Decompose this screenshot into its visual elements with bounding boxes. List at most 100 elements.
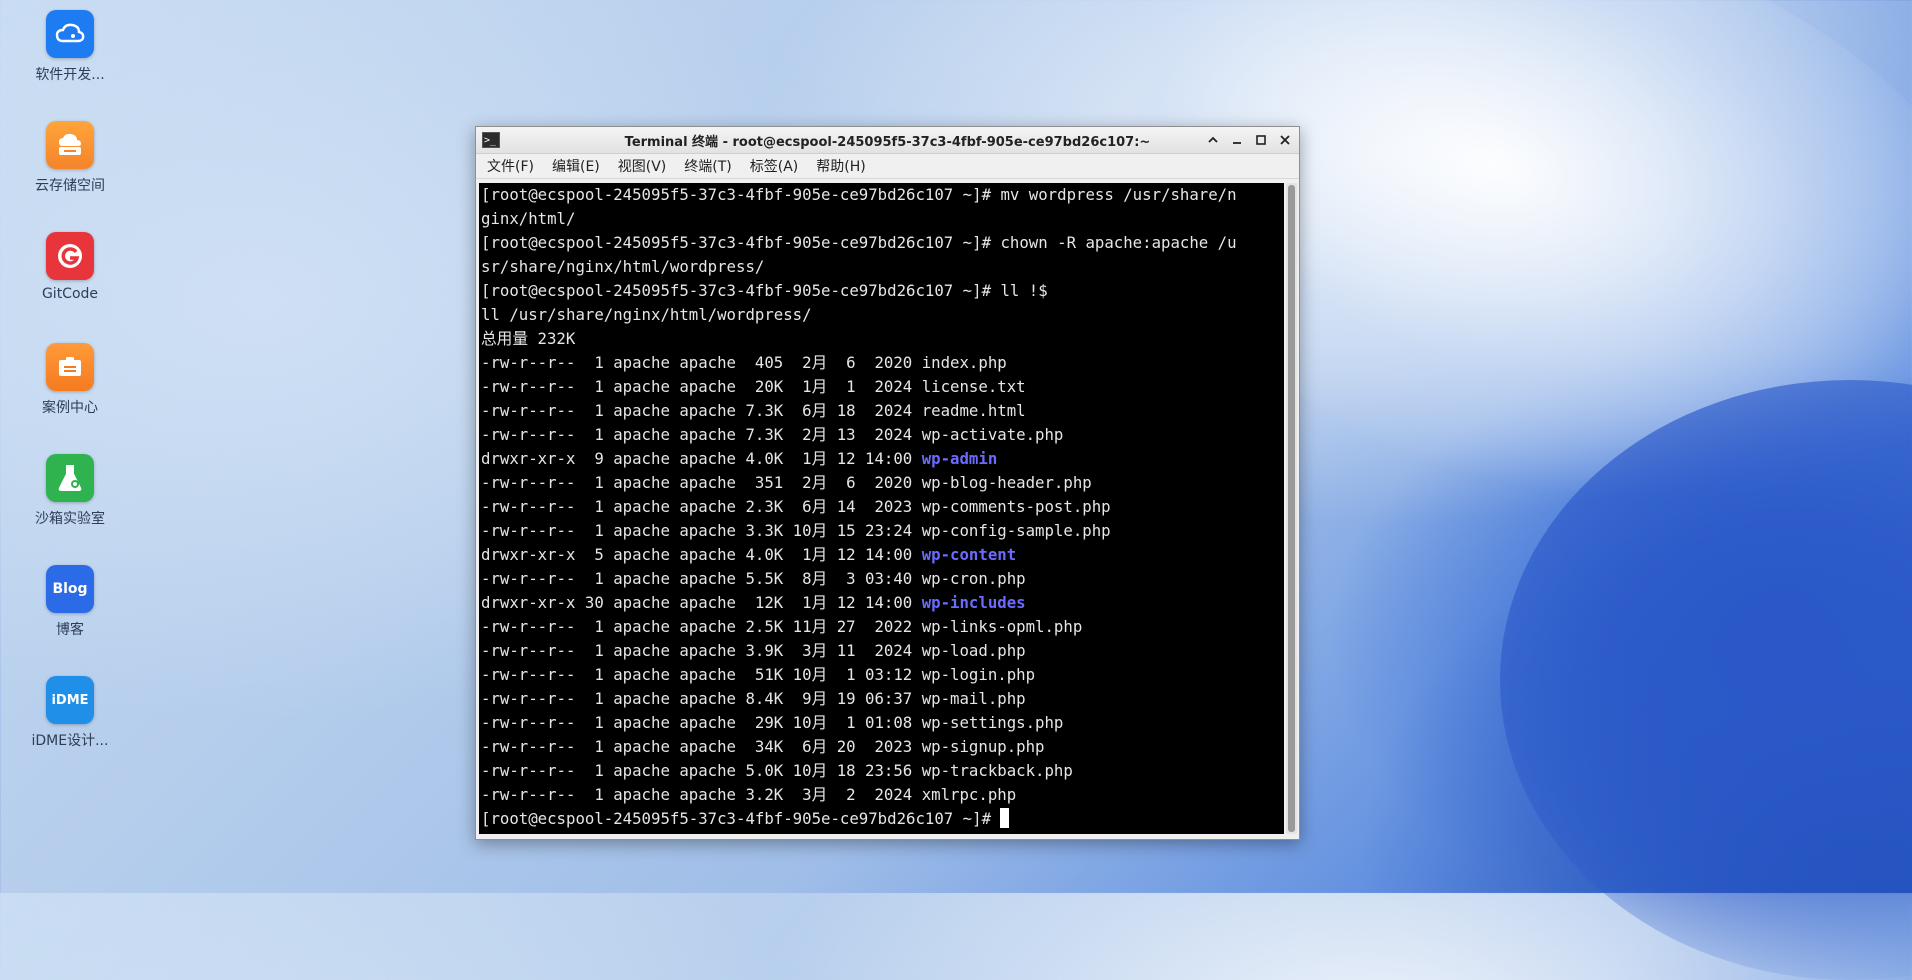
terminal-line-text: drwxr-xr-x 5 apache apache 4.0K 1月 12 14… — [481, 545, 922, 564]
terminal-line: -rw-r--r-- 1 apache apache 3.3K 10月 15 2… — [479, 519, 1284, 543]
terminal-line: -rw-r--r-- 1 apache apache 34K 6月 20 202… — [479, 735, 1284, 759]
idme-icon: iDME — [46, 676, 94, 724]
menu-file[interactable]: 文件(F) — [484, 156, 537, 176]
desktop-icon-software-dev[interactable]: 软件开发... — [10, 10, 130, 84]
terminal-line: -rw-r--r-- 1 apache apache 2.3K 6月 14 20… — [479, 495, 1284, 519]
terminal-line: -rw-r--r-- 1 apache apache 3.2K 3月 2 202… — [479, 783, 1284, 807]
terminal-line-text: -rw-r--r-- 1 apache apache 5.0K 10月 18 2… — [481, 761, 922, 780]
terminal-line-text: -rw-r--r-- 1 apache apache 5.5K 8月 3 03:… — [481, 569, 922, 588]
terminal-line: -rw-r--r-- 1 apache apache 8.4K 9月 19 06… — [479, 687, 1284, 711]
terminal-line: [root@ecspool-245095f5-37c3-4fbf-905e-ce… — [479, 183, 1284, 207]
terminal-window[interactable]: >_ Terminal 终端 - root@ecspool-245095f5-3… — [475, 126, 1300, 840]
menu-edit[interactable]: 编辑(E) — [549, 156, 603, 176]
file-name: wp-settings.php — [921, 713, 1064, 732]
terminal-output[interactable]: [root@ecspool-245095f5-37c3-4fbf-905e-ce… — [479, 183, 1284, 834]
desktop-icon-label: 案例中心 — [42, 400, 98, 416]
case-center-icon — [46, 343, 94, 391]
terminal-line: -rw-r--r-- 1 apache apache 3.9K 3月 11 20… — [479, 639, 1284, 663]
terminal-scrollbar[interactable] — [1286, 183, 1297, 834]
terminal-line-text: -rw-r--r-- 1 apache apache 2.3K 6月 14 20… — [481, 497, 922, 516]
directory-name: wp-content — [921, 545, 1017, 564]
terminal-line: -rw-r--r-- 1 apache apache 405 2月 6 2020… — [479, 351, 1284, 375]
file-name: license.txt — [921, 377, 1026, 396]
desktop-icon-blog[interactable]: Blog 博客 — [10, 565, 130, 639]
terminal-line: [root@ecspool-245095f5-37c3-4fbf-905e-ce… — [479, 279, 1284, 303]
file-name: wp-load.php — [921, 641, 1026, 660]
terminal-line: drwxr-xr-x 30 apache apache 12K 1月 12 14… — [479, 591, 1284, 615]
file-name: wp-blog-header.php — [921, 473, 1092, 492]
terminal-line-text: ginx/html/ — [481, 209, 576, 228]
terminal-line-text: -rw-r--r-- 1 apache apache 351 2月 6 2020 — [481, 473, 922, 492]
file-name: wp-trackback.php — [921, 761, 1073, 780]
cloud-dev-icon — [46, 10, 94, 58]
window-titlebar[interactable]: >_ Terminal 终端 - root@ecspool-245095f5-3… — [476, 127, 1299, 154]
terminal-line-text: [root@ecspool-245095f5-37c3-4fbf-905e-ce… — [481, 233, 1237, 252]
file-name: wp-mail.php — [921, 689, 1026, 708]
directory-name: wp-admin — [921, 449, 998, 468]
collapse-icon[interactable] — [1203, 130, 1223, 150]
terminal-line: -rw-r--r-- 1 apache apache 5.0K 10月 18 2… — [479, 759, 1284, 783]
terminal-line: [root@ecspool-245095f5-37c3-4fbf-905e-ce… — [479, 231, 1284, 255]
terminal-line-text: -rw-r--r-- 1 apache apache 7.3K 2月 13 20… — [481, 425, 922, 444]
sandbox-lab-icon — [46, 454, 94, 502]
file-name: wp-signup.php — [921, 737, 1045, 756]
menu-help[interactable]: 帮助(H) — [813, 156, 868, 176]
gitcode-icon — [46, 232, 94, 280]
terminal-line-text: -rw-r--r-- 1 apache apache 29K 10月 1 01:… — [481, 713, 922, 732]
terminal-line: -rw-r--r-- 1 apache apache 2.5K 11月 27 2… — [479, 615, 1284, 639]
terminal-line-text: drwxr-xr-x 9 apache apache 4.0K 1月 12 14… — [481, 449, 922, 468]
terminal-line: -rw-r--r-- 1 apache apache 29K 10月 1 01:… — [479, 711, 1284, 735]
terminal-line: drwxr-xr-x 9 apache apache 4.0K 1月 12 14… — [479, 447, 1284, 471]
terminal-line: -rw-r--r-- 1 apache apache 351 2月 6 2020… — [479, 471, 1284, 495]
menu-view[interactable]: 视图(V) — [615, 156, 670, 176]
terminal-line-text: -rw-r--r-- 1 apache apache 34K 6月 20 202… — [481, 737, 922, 756]
desktop-icon-label: 沙箱实验室 — [35, 511, 105, 527]
file-name: wp-cron.php — [921, 569, 1026, 588]
terminal-cursor — [1000, 808, 1010, 828]
terminal-line: [root@ecspool-245095f5-37c3-4fbf-905e-ce… — [479, 807, 1284, 831]
terminal-line: -rw-r--r-- 1 apache apache 5.5K 8月 3 03:… — [479, 567, 1284, 591]
blog-icon: Blog — [46, 565, 94, 613]
desktop-icon-label: 博客 — [56, 622, 84, 638]
terminal-line-text: -rw-r--r-- 1 apache apache 20K 1月 1 2024 — [481, 377, 922, 396]
directory-name: wp-includes — [921, 593, 1026, 612]
desktop-icon-sandbox-lab[interactable]: 沙箱实验室 — [10, 454, 130, 528]
desktop-icon-case-center[interactable]: 案例中心 — [10, 343, 130, 417]
terminal-line: ll /usr/share/nginx/html/wordpress/ — [479, 303, 1284, 327]
file-name: wp-activate.php — [921, 425, 1064, 444]
terminal-app-icon: >_ — [482, 132, 500, 148]
terminal-line: -rw-r--r-- 1 apache apache 7.3K 2月 13 20… — [479, 423, 1284, 447]
terminal-line-text: -rw-r--r-- 1 apache apache 8.4K 9月 19 06… — [481, 689, 922, 708]
terminal-line-text: drwxr-xr-x 30 apache apache 12K 1月 12 14… — [481, 593, 922, 612]
desktop-icon-label: 云存储空间 — [35, 178, 105, 194]
terminal-line: 总用量 232K — [479, 327, 1284, 351]
terminal-line-text: [root@ecspool-245095f5-37c3-4fbf-905e-ce… — [481, 185, 1237, 204]
file-name: xmlrpc.php — [921, 785, 1017, 804]
terminal-line-text: sr/share/nginx/html/wordpress/ — [481, 257, 765, 276]
terminal-line-text: [root@ecspool-245095f5-37c3-4fbf-905e-ce… — [481, 281, 1048, 300]
minimize-icon[interactable] — [1227, 130, 1247, 150]
terminal-line: sr/share/nginx/html/wordpress/ — [479, 255, 1284, 279]
terminal-line-text: -rw-r--r-- 1 apache apache 7.3K 6月 18 20… — [481, 401, 922, 420]
terminal-line-text: -rw-r--r-- 1 apache apache 405 2月 6 2020 — [481, 353, 922, 372]
file-name: index.php — [921, 353, 1007, 372]
terminal-line-text: ll /usr/share/nginx/html/wordpress/ — [481, 305, 812, 324]
desktop-icon-idme[interactable]: iDME iDME设计... — [10, 676, 130, 750]
menu-terminal[interactable]: 终端(T) — [681, 156, 734, 176]
maximize-icon[interactable] — [1251, 130, 1271, 150]
desktop-icon-cloud-storage[interactable]: 云存储空间 — [10, 121, 130, 195]
window-title: Terminal 终端 - root@ecspool-245095f5-37c3… — [624, 134, 1151, 150]
scrollbar-thumb[interactable] — [1288, 185, 1295, 832]
terminal-line: -rw-r--r-- 1 apache apache 7.3K 6月 18 20… — [479, 399, 1284, 423]
close-icon[interactable] — [1275, 130, 1295, 150]
menu-bar: 文件(F) 编辑(E) 视图(V) 终端(T) 标签(A) 帮助(H) — [476, 154, 1299, 179]
file-name: wp-config-sample.php — [921, 521, 1111, 540]
terminal-line-text: [root@ecspool-245095f5-37c3-4fbf-905e-ce… — [481, 809, 1001, 828]
desktop-icon-gitcode[interactable]: GitCode — [10, 232, 130, 302]
file-name: readme.html — [921, 401, 1026, 420]
menu-tabs[interactable]: 标签(A) — [747, 156, 802, 176]
terminal-line: ginx/html/ — [479, 207, 1284, 231]
file-name: wp-links-opml.php — [921, 617, 1083, 636]
terminal-line-text: -rw-r--r-- 1 apache apache 3.2K 3月 2 202… — [481, 785, 922, 804]
terminal-line: -rw-r--r-- 1 apache apache 51K 10月 1 03:… — [479, 663, 1284, 687]
